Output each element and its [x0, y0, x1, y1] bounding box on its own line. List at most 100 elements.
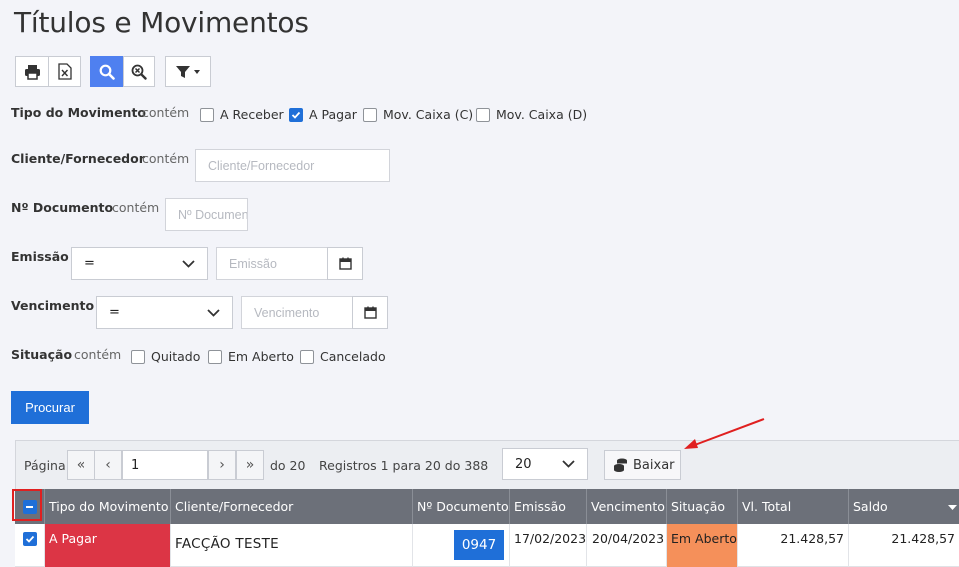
- prev-page-button[interactable]: ‹: [94, 450, 122, 480]
- select-value: =: [84, 256, 95, 271]
- emissao-operator-select[interactable]: =: [71, 247, 208, 280]
- situacao-label: Situação: [11, 347, 73, 362]
- emissao-date-input[interactable]: Emissão: [216, 247, 328, 280]
- situacao-em-aberto-option[interactable]: Em Aberto: [208, 349, 294, 364]
- table-row[interactable]: A Pagar FACÇÃO TESTE 0947 17/02/2023 20/…: [15, 524, 959, 567]
- select-value: 20: [515, 456, 532, 472]
- select-value: =: [109, 305, 120, 320]
- table-header: Tipo do Movimento Cliente/Fornecedor Nº …: [15, 489, 959, 524]
- page-size-select[interactable]: 20: [502, 448, 588, 480]
- option-label: Mov. Caixa (D): [496, 107, 588, 122]
- print-button[interactable]: [15, 56, 49, 87]
- checkbox[interactable]: [363, 107, 377, 122]
- column-header-total[interactable]: Vl. Total: [738, 489, 849, 524]
- export-excel-button[interactable]: [48, 56, 81, 87]
- column-header-saldo[interactable]: Saldo: [849, 489, 959, 524]
- last-page-button[interactable]: »: [236, 450, 264, 480]
- clear-search-button[interactable]: [123, 56, 155, 87]
- tipo-mov-caixa-d-option[interactable]: Mov. Caixa (D): [476, 107, 587, 122]
- option-label: Mov. Caixa (C): [383, 107, 474, 122]
- coins-icon: [614, 458, 627, 472]
- cliente-input[interactable]: Cliente/Fornecedor: [195, 149, 390, 182]
- calendar-icon: [338, 257, 352, 270]
- cell-cliente: FACÇÃO TESTE: [171, 524, 413, 567]
- cliente-contains-label: contém: [142, 151, 190, 166]
- option-label: A Receber: [220, 107, 284, 122]
- situacao-quitado-option[interactable]: Quitado: [131, 349, 200, 364]
- double-chevron-right-icon: »: [245, 457, 255, 473]
- tipo-mov-caixa-c-option[interactable]: Mov. Caixa (C): [363, 107, 473, 122]
- column-header-situacao[interactable]: Situação: [667, 489, 738, 524]
- chevron-down-icon: [562, 460, 575, 468]
- tipo-movimento-label: Tipo do Movimento: [11, 105, 147, 120]
- document-number-badge[interactable]: 0947: [454, 530, 504, 560]
- tipo-a-receber-option[interactable]: A Receber: [200, 107, 284, 122]
- check-icon: [291, 111, 301, 119]
- documento-contains-label: contém: [112, 200, 160, 215]
- page-number-input[interactable]: 1: [122, 450, 208, 480]
- vencimento-calendar-button[interactable]: [352, 296, 388, 329]
- tipo-contains-label: contém: [142, 105, 190, 120]
- emissao-label: Emissão: [11, 249, 69, 264]
- excel-file-icon: [57, 63, 72, 80]
- checkbox[interactable]: [300, 349, 314, 364]
- check-icon: [25, 535, 35, 543]
- baixar-button[interactable]: Baixar: [604, 450, 681, 480]
- column-header-emissao[interactable]: Emissão: [510, 489, 587, 524]
- double-chevron-left-icon: «: [76, 457, 86, 473]
- emissao-calendar-button[interactable]: [327, 247, 363, 280]
- checkbox[interactable]: [208, 349, 222, 364]
- vencimento-date-input[interactable]: Vencimento: [241, 296, 353, 329]
- annotation-highlight-box: [12, 489, 42, 521]
- search-icon: [99, 64, 115, 80]
- chevron-left-icon: ‹: [105, 457, 111, 473]
- column-header-cliente[interactable]: Cliente/Fornecedor: [171, 489, 413, 524]
- vencimento-label: Vencimento: [11, 298, 95, 313]
- printer-icon: [24, 64, 40, 80]
- annotation-arrow: [684, 418, 765, 449]
- option-label: Quitado: [151, 349, 201, 364]
- tipo-a-pagar-option[interactable]: A Pagar: [289, 107, 357, 122]
- checkbox[interactable]: [200, 107, 214, 122]
- column-header-vencimento[interactable]: Vencimento: [587, 489, 667, 524]
- chevron-down-icon: [182, 259, 195, 268]
- checkbox-checked[interactable]: [289, 107, 303, 122]
- cell-total: 21.428,57: [738, 524, 849, 567]
- checkbox[interactable]: [476, 107, 490, 122]
- cell-tipo: A Pagar: [45, 524, 171, 567]
- option-label: Em Aberto: [228, 349, 294, 364]
- cell-situacao: Em Aberto: [667, 524, 738, 567]
- baixar-label: Baixar: [633, 457, 675, 473]
- sort-down-icon: [948, 505, 957, 510]
- chevron-down-icon: [207, 308, 220, 317]
- situacao-cancelado-option[interactable]: Cancelado: [300, 349, 386, 364]
- situacao-contains-label: contém: [74, 347, 122, 362]
- row-checkbox[interactable]: [23, 532, 37, 546]
- column-header-tipo[interactable]: Tipo do Movimento: [45, 489, 171, 524]
- procurar-button[interactable]: Procurar: [11, 391, 89, 424]
- documento-input[interactable]: Nº Documento: [165, 198, 248, 231]
- option-label: A Pagar: [309, 107, 357, 122]
- option-label: Cancelado: [320, 349, 386, 364]
- column-header-documento[interactable]: Nº Documento: [413, 489, 510, 524]
- documento-label: Nº Documento: [11, 200, 114, 215]
- search-toolbar-button[interactable]: [90, 56, 123, 87]
- cell-documento: 0947: [413, 524, 510, 567]
- cell-saldo: 21.428,57: [891, 531, 955, 546]
- page-label: Página: [24, 458, 66, 473]
- filter-icon: [176, 65, 200, 78]
- page-total: do 20: [270, 458, 306, 473]
- page-title: Títulos e Movimentos: [14, 6, 309, 39]
- vencimento-operator-select[interactable]: =: [96, 296, 233, 329]
- calendar-icon: [363, 306, 377, 319]
- row-select-cell: [15, 524, 45, 567]
- first-page-button[interactable]: «: [67, 450, 95, 480]
- search-clear-icon: [131, 64, 147, 80]
- next-page-button[interactable]: ›: [208, 450, 236, 480]
- column-header-label: Saldo: [853, 499, 888, 514]
- filter-dropdown-button[interactable]: [165, 56, 211, 87]
- cell-vencimento: 20/04/2023: [587, 524, 667, 567]
- checkbox[interactable]: [131, 349, 145, 364]
- cell-emissao: 17/02/2023: [510, 524, 587, 567]
- cliente-label: Cliente/Fornecedor: [11, 151, 145, 166]
